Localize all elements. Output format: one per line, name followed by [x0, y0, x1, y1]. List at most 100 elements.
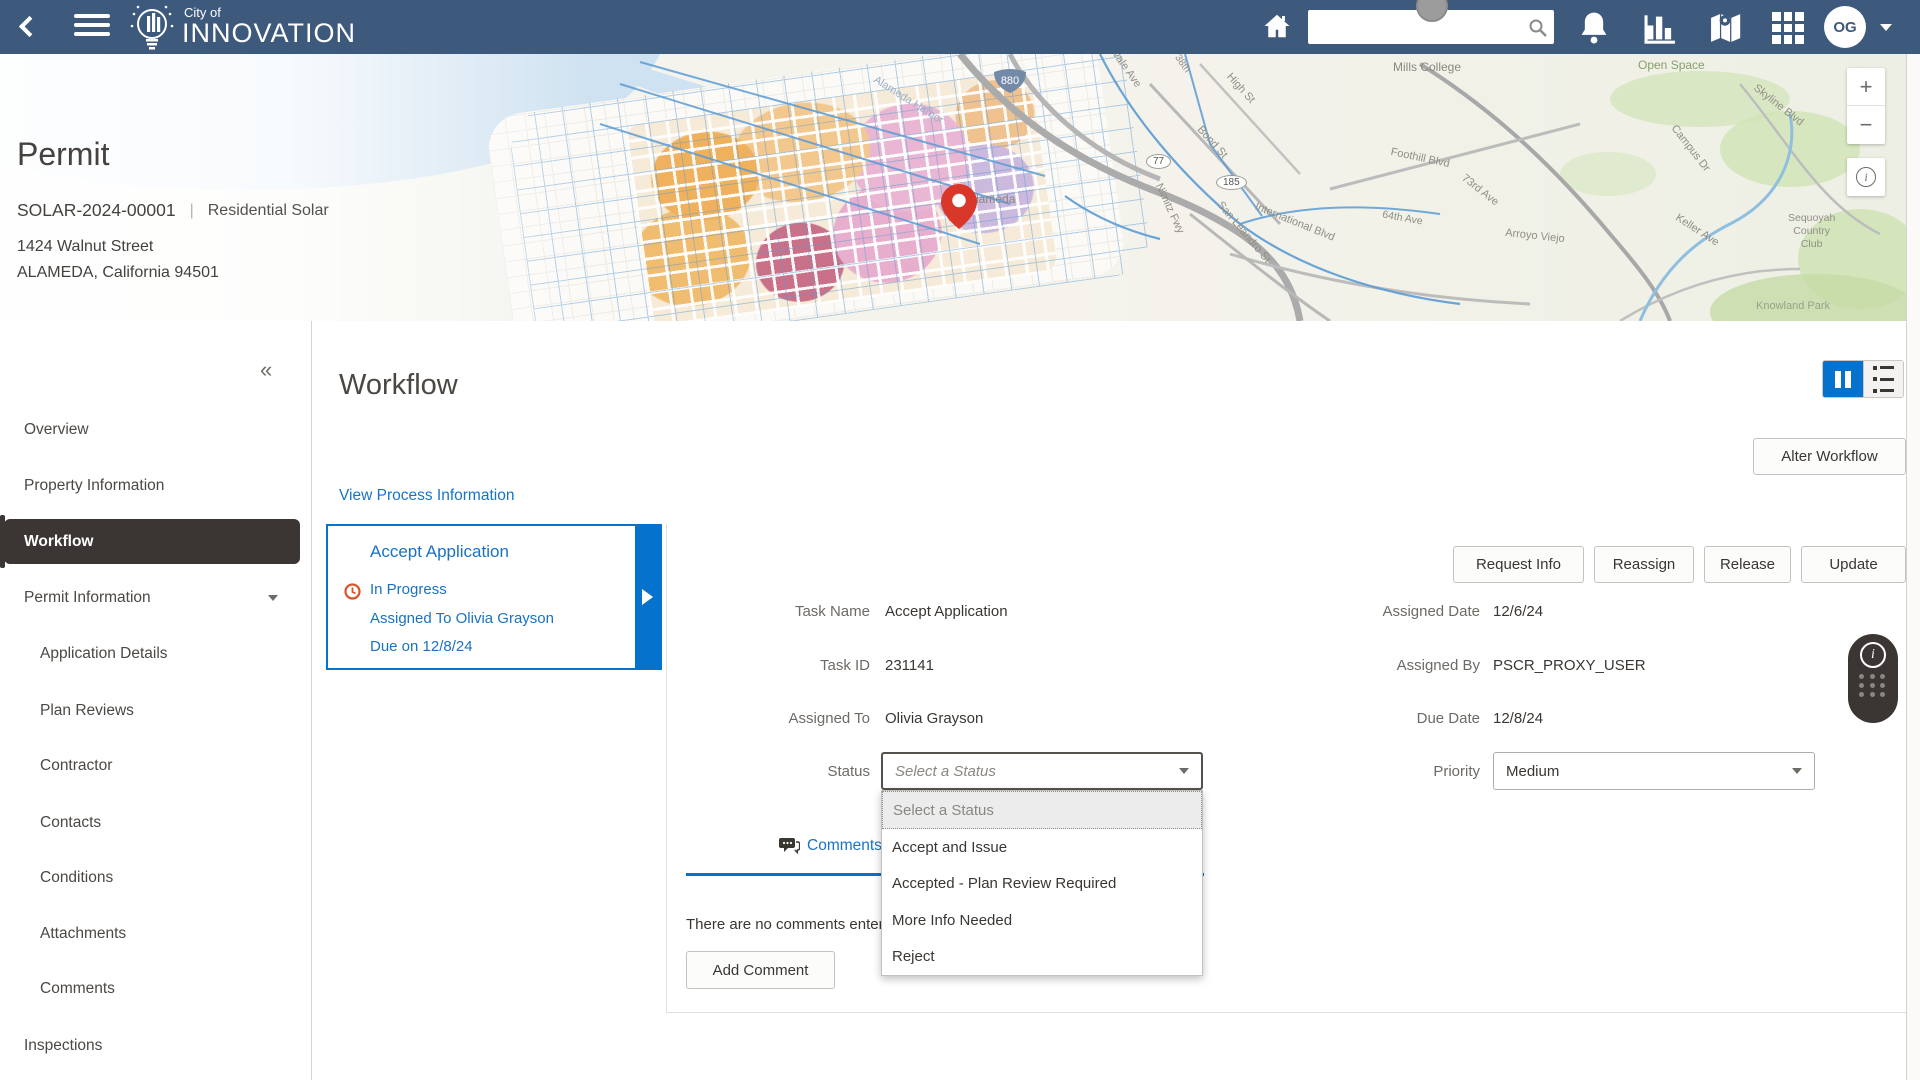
task-card-expand-arrow[interactable] [635, 526, 660, 668]
priority-label: Priority [1240, 763, 1480, 780]
menu-icon[interactable] [74, 14, 110, 40]
status-option-select-a-status[interactable]: Select a Status [882, 791, 1202, 829]
sidebar: « Overview Property Information Workflow… [0, 321, 312, 1080]
task-card-due: Due on 12/8/24 [370, 638, 473, 655]
status-dropdown-menu: Select a Status Accept and Issue Accepte… [881, 790, 1203, 976]
search-icon[interactable] [1528, 18, 1548, 38]
priority-dropdown[interactable]: Medium [1493, 752, 1815, 790]
card-view-toggle[interactable] [1823, 361, 1863, 397]
notifications-bell-icon[interactable] [1578, 10, 1610, 44]
release-button[interactable]: Release [1704, 546, 1791, 583]
alter-workflow-button[interactable]: Alter Workflow [1753, 438, 1906, 475]
top-navigation-bar: City of INNOVATION OG [0, 0, 1920, 54]
sidebar-collapse-icon[interactable]: « [260, 357, 272, 383]
list-view-toggle[interactable] [1863, 361, 1903, 397]
status-placeholder: Select a Status [895, 763, 996, 780]
workflow-task-card[interactable]: Accept Application In Progress Assigned … [326, 524, 662, 670]
user-menu-caret-icon[interactable] [1880, 24, 1892, 31]
back-icon[interactable] [19, 16, 40, 37]
permit-number: SOLAR-2024-00001 [17, 200, 176, 221]
task-id-label: Task ID [666, 657, 870, 674]
map-icon[interactable] [1706, 10, 1744, 46]
view-toggle-group [1822, 360, 1904, 398]
list-view-icon [1873, 361, 1894, 398]
info-icon: i [1856, 167, 1876, 187]
chevron-down-icon[interactable] [268, 595, 278, 601]
sidebar-item-comments[interactable]: Comments [40, 978, 115, 1000]
status-dropdown[interactable]: Select a Status [881, 752, 1203, 790]
map-info-button[interactable]: i [1847, 158, 1885, 196]
chevron-down-icon [1179, 768, 1189, 774]
status-option-reject[interactable]: Reject [882, 939, 1202, 976]
sidebar-item-plan-reviews[interactable]: Plan Reviews [40, 700, 134, 722]
sidebar-item-inspections[interactable]: Inspections [24, 1035, 102, 1057]
task-card-status: In Progress [370, 581, 447, 598]
status-option-more-info-needed[interactable]: More Info Needed [882, 902, 1202, 939]
comments-tab-label: Comments [807, 837, 882, 855]
zoom-in-button[interactable]: + [1847, 68, 1885, 106]
sidebar-item-workflow[interactable]: Workflow [4, 519, 300, 564]
brand-innovation: INNOVATION [182, 18, 356, 49]
sidebar-item-application-details[interactable]: Application Details [40, 643, 168, 665]
status-label: Status [666, 763, 870, 780]
sidebar-item-label: Workflow [24, 533, 93, 551]
comments-bubble-icon [778, 837, 800, 855]
location-pin-icon[interactable] [941, 184, 977, 229]
sidebar-item-contacts[interactable]: Contacts [40, 812, 101, 834]
scrollbar-gutter[interactable] [1906, 54, 1920, 1080]
task-name-value: Accept Application [885, 603, 1008, 620]
assigned-to-label: Assigned To [666, 710, 870, 727]
view-process-information-link[interactable]: View Process Information [339, 487, 514, 505]
map-banner[interactable]: Mills College Open Space Skyline Blvd Ca… [0, 54, 1920, 321]
status-option-accept-and-issue[interactable]: Accept and Issue [882, 829, 1202, 866]
user-avatar[interactable]: OG [1824, 6, 1866, 48]
request-info-button[interactable]: Request Info [1453, 546, 1584, 583]
status-option-accepted-plan-review-required[interactable]: Accepted - Plan Review Required [882, 866, 1202, 903]
content-area: « Overview Property Information Workflow… [0, 321, 1920, 1080]
task-card-assigned: Assigned To Olivia Grayson [370, 610, 554, 627]
in-progress-clock-icon [344, 583, 361, 600]
info-icon: i [1860, 642, 1886, 668]
sidebar-item-property-information[interactable]: Property Information [24, 475, 164, 497]
analytics-chart-icon[interactable] [1642, 10, 1680, 46]
no-comments-text: There are no comments entered. [686, 916, 904, 933]
assigned-to-value: Olivia Grayson [885, 710, 983, 727]
sidebar-item-conditions[interactable]: Conditions [40, 867, 113, 889]
map-zoom-controls: + − [1847, 68, 1885, 144]
sidebar-item-attachments[interactable]: Attachments [40, 923, 126, 945]
tab-comments[interactable]: Comments [778, 837, 882, 855]
reassign-button[interactable]: Reassign [1594, 546, 1694, 583]
due-date-label: Due Date [1240, 710, 1480, 727]
app-grid-icon[interactable] [1772, 12, 1804, 44]
map-label: Knowland Park [1756, 300, 1830, 314]
map-label: Mills College [1393, 60, 1461, 75]
page-title: Permit [17, 136, 109, 173]
home-icon[interactable] [1262, 11, 1292, 41]
panel-bottom-divider [666, 1012, 1906, 1013]
arrow-right-icon [642, 589, 653, 605]
permit-address-city: ALAMEDA, California 94501 [17, 264, 219, 282]
add-comment-button[interactable]: Add Comment [686, 951, 835, 989]
assigned-date-label: Assigned Date [1240, 603, 1480, 620]
zoom-out-button[interactable]: − [1847, 106, 1885, 144]
sidebar-item-permit-information[interactable]: Permit Information [24, 587, 151, 609]
card-view-icon [1835, 371, 1851, 388]
due-date-value: 12/8/24 [1493, 710, 1543, 727]
sidebar-item-overview[interactable]: Overview [24, 419, 89, 441]
assigned-by-value: PSCR_PROXY_USER [1493, 657, 1646, 674]
route-185-shield: 185 [1216, 175, 1247, 190]
assigned-date-value: 12/6/24 [1493, 603, 1543, 620]
chevron-down-icon [1792, 768, 1802, 774]
svg-text:880: 880 [1001, 75, 1019, 87]
priority-value: Medium [1506, 763, 1559, 780]
help-widget[interactable]: i [1848, 634, 1898, 723]
city-logo-bulb-icon [126, 4, 178, 52]
sidebar-item-contractor[interactable]: Contractor [40, 755, 112, 777]
update-button[interactable]: Update [1801, 546, 1906, 583]
map-label: Sequoyah Country Club [1788, 212, 1835, 251]
divider: | [190, 202, 194, 220]
keypad-dots-icon [1859, 674, 1887, 697]
permit-address-street: 1424 Walnut Street [17, 238, 153, 256]
permit-id-line: SOLAR-2024-00001 | Residential Solar [17, 200, 329, 221]
assigned-by-label: Assigned By [1240, 657, 1480, 674]
